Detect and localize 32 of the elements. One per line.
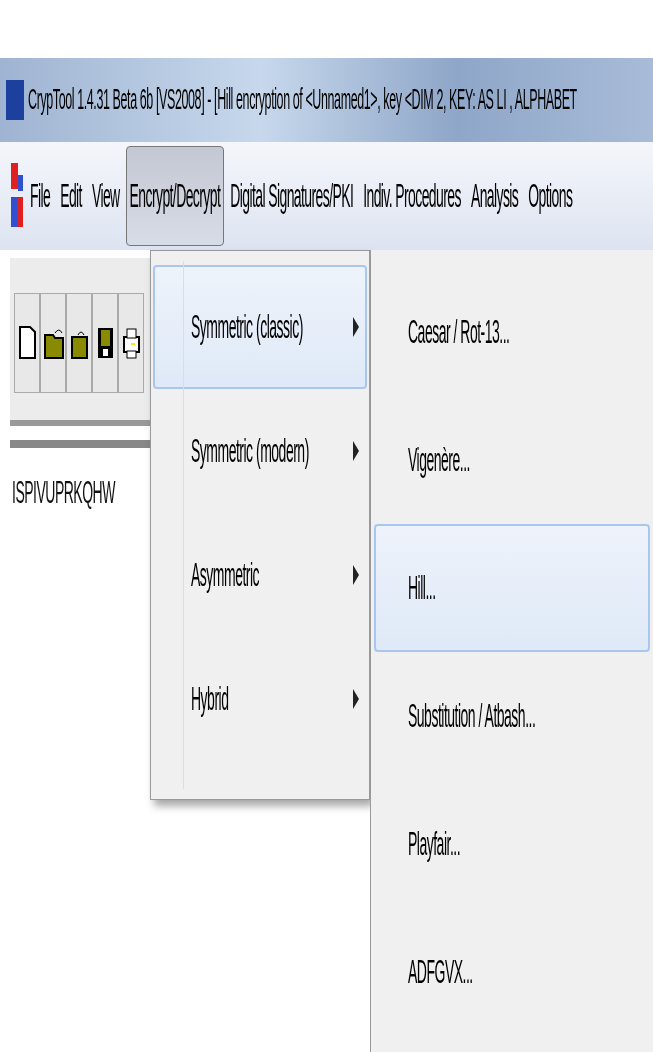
menu-item[interactable]: Vigenère...: [374, 396, 650, 524]
menu-item[interactable]: Digital Signatures/PKI: [226, 146, 358, 246]
menu-item[interactable]: File: [26, 146, 55, 246]
menu-item[interactable]: Encrypt/Decrypt: [125, 146, 225, 246]
menu-item[interactable]: View: [87, 146, 124, 246]
submenu-arrow-icon: [353, 689, 359, 709]
printer-icon: [120, 325, 142, 361]
menu-item[interactable]: Hybrid: [153, 637, 367, 761]
window-title: CrypTool 1.4.31 Beta 6b [VS2008] - [Hill encryption of <Unnamed1>, key <DIM 2, KEY: AS LI , ALPHABET: [28, 81, 577, 118]
menu-item[interactable]: Playfair...: [374, 780, 650, 908]
menu-item[interactable]: Options: [524, 146, 577, 246]
menu-item[interactable]: Substitution / Atbash...: [374, 652, 650, 780]
menu-item[interactable]: Asymmetric: [153, 513, 367, 637]
submenu-arrow-icon: [353, 317, 359, 337]
submenu-arrow-icon: [353, 565, 359, 585]
menu-item[interactable]: ADFGVX...: [374, 908, 650, 1036]
menu-item[interactable]: Hill...: [374, 524, 650, 652]
new-document-icon: [16, 325, 38, 361]
toolbar-button[interactable]: [40, 293, 66, 393]
document-text: ISPIVUPRKQHW: [12, 471, 115, 512]
menu-item[interactable]: Analysis: [466, 146, 523, 246]
menu-item[interactable]: Indiv. Procedures: [359, 146, 465, 246]
menu-item[interactable]: Edit: [56, 146, 86, 246]
toolbar-button[interactable]: [92, 293, 118, 393]
menu-item[interactable]: Caesar / Rot-13...: [374, 268, 650, 396]
toolbar-button[interactable]: [118, 293, 144, 393]
menu-item[interactable]: Symmetric (classic): [153, 265, 367, 389]
toolbar-button[interactable]: [14, 293, 40, 393]
menu-item[interactable]: Symmetric (modern): [153, 389, 367, 513]
app-icon: [6, 80, 24, 120]
toolbar-button[interactable]: [66, 293, 92, 393]
submenu-arrow-icon: [353, 441, 359, 461]
